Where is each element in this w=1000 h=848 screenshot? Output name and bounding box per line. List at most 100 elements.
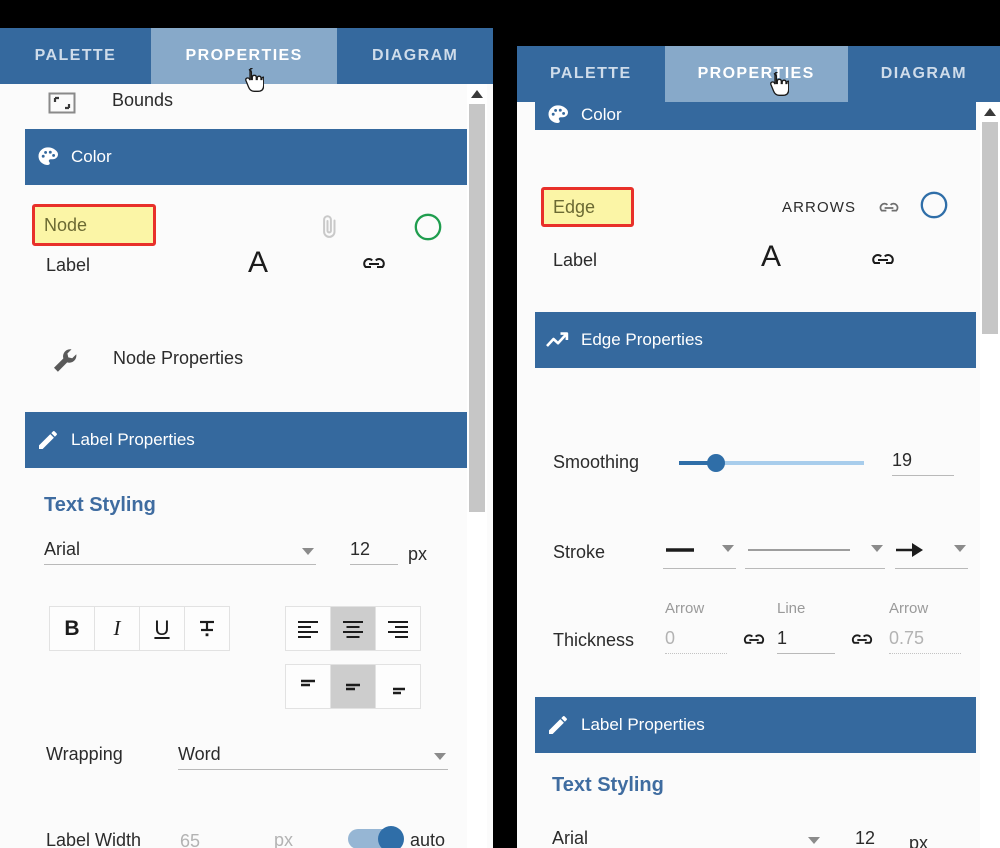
text-style-a-icon-left[interactable]: A	[248, 246, 268, 280]
smoothing-slider[interactable]	[679, 453, 864, 473]
smoothing-value-input[interactable]: 19	[892, 440, 954, 476]
label-width-value: 65	[180, 831, 201, 848]
tab-properties[interactable]: PROPERTIES	[150, 28, 338, 84]
paperclip-icon[interactable]	[318, 212, 342, 242]
font-size-input-right[interactable]: 12	[855, 818, 901, 848]
bounds-icon	[48, 91, 76, 115]
tab-diagram[interactable]: DIAGRAM	[337, 28, 493, 84]
stroke-width-dropdown[interactable]	[663, 527, 736, 569]
palette-icon	[25, 145, 71, 169]
thickness-arrow-end-input[interactable]: 0.75	[889, 614, 961, 654]
scroll-up-arrow-right[interactable]	[984, 108, 996, 116]
thin-line-icon	[748, 549, 850, 551]
color-section-left-label: Color	[71, 147, 112, 166]
label-properties-section-right[interactable]: Label Properties	[535, 697, 976, 753]
right-properties-panel: PALETTE PROPERTIES DIAGRAM Color Edge AR…	[517, 46, 1000, 848]
link-icon-left-label[interactable]	[358, 254, 390, 274]
chevron-down-icon-stroke-width	[722, 545, 734, 552]
font-size-input-left[interactable]: 12	[350, 529, 398, 565]
valign-bottom-button[interactable]	[375, 664, 421, 709]
tab-properties-label: PROPERTIES	[185, 47, 303, 64]
wrench-icon	[50, 346, 80, 376]
right-panel-scrollbar[interactable]	[980, 102, 1000, 848]
label-width-input[interactable]: 65	[180, 819, 318, 848]
arrow-right-icon	[896, 543, 923, 557]
label-width-label: Label Width	[46, 830, 142, 848]
bounds-label: Bounds	[112, 90, 174, 110]
align-left-button[interactable]	[285, 606, 331, 651]
right-panel-content: Color Edge ARROWS Label A Edge Propertie…	[517, 74, 1000, 848]
thickness-line-input[interactable]: 1	[777, 614, 835, 654]
text-style-a-icon-right[interactable]: A	[761, 240, 781, 274]
left-panel-scrollbar[interactable]	[467, 84, 487, 848]
text-styling-heading-left: Text Styling	[44, 494, 156, 516]
scroll-up-arrow-left[interactable]	[471, 90, 483, 98]
circle-outline-icon-edge[interactable]	[919, 190, 949, 220]
label-width-auto-toggle[interactable]	[348, 826, 404, 848]
chevron-down-icon-font-right	[808, 837, 820, 844]
link-icon-arrows[interactable]	[875, 199, 903, 217]
label-row-label-right: Label	[553, 250, 598, 270]
font-family-value-right: Arial	[552, 828, 589, 848]
pencil-icon	[25, 428, 71, 452]
edge-properties-section-label: Edge Properties	[581, 330, 703, 349]
stroke-dash-dropdown[interactable]	[745, 527, 885, 569]
arrows-label: ARROWS	[782, 199, 857, 216]
tab-palette-right[interactable]: PALETTE	[517, 46, 665, 102]
label-row-label-left: Label	[46, 255, 91, 275]
chevron-down-icon-font-left	[302, 548, 314, 555]
left-scrollbar-thumb[interactable]	[469, 104, 485, 512]
label-properties-section-left[interactable]: Label Properties	[25, 412, 472, 468]
wrapping-label: Wrapping	[46, 744, 123, 764]
font-family-select-left[interactable]: Arial	[44, 529, 316, 565]
smoothing-value: 19	[892, 450, 913, 470]
left-tab-bar: PALETTE PROPERTIES DIAGRAM	[0, 28, 493, 84]
smoothing-slider-knob[interactable]	[707, 454, 725, 472]
node-row-highlight[interactable]: Node	[32, 204, 156, 246]
align-right-button[interactable]	[375, 606, 421, 651]
valign-top-button[interactable]	[285, 664, 331, 709]
tab-palette[interactable]: PALETTE	[0, 28, 151, 84]
smoothing-label: Smoothing	[553, 452, 640, 472]
italic-button[interactable]: I	[94, 606, 140, 651]
stroke-arrowhead-dropdown[interactable]	[895, 527, 968, 569]
thickness-label: Thickness	[553, 630, 635, 650]
font-size-value-left: 12	[350, 539, 371, 559]
edge-properties-section[interactable]: Edge Properties	[535, 312, 976, 368]
color-section-left[interactable]: Color	[25, 129, 472, 185]
node-properties-label: Node Properties	[113, 348, 244, 368]
screenshot-stage: PALETTE PROPERTIES DIAGRAM Bounds Color …	[0, 0, 1000, 848]
strikethrough-button[interactable]	[184, 606, 230, 651]
chevron-down-icon-wrapping	[434, 753, 446, 760]
thick-line-icon	[666, 548, 694, 552]
toggle-knob	[378, 826, 404, 848]
link-icon-right-label[interactable]	[867, 250, 899, 270]
valign-middle-button[interactable]	[330, 664, 376, 709]
horizontal-align-group	[285, 606, 421, 651]
edge-row-highlight[interactable]: Edge	[541, 187, 634, 227]
link-icon-thickness-2[interactable]	[847, 630, 877, 650]
left-properties-panel: PALETTE PROPERTIES DIAGRAM Bounds Color …	[0, 28, 493, 848]
thickness-arrow-start-input[interactable]: 0	[665, 614, 727, 654]
tab-diagram-right-label: DIAGRAM	[880, 65, 967, 82]
link-icon-thickness-1[interactable]	[739, 630, 769, 650]
text-styling-heading-right: Text Styling	[552, 774, 664, 796]
text-style-button-group: B I U	[49, 606, 230, 651]
tab-palette-label: PALETTE	[34, 47, 117, 64]
font-family-value-left: Arial	[44, 539, 81, 559]
align-center-button[interactable]	[330, 606, 376, 651]
label-width-unit: px	[274, 830, 294, 848]
thickness-arrow-end-value: 0.75	[889, 628, 925, 648]
tab-diagram-right[interactable]: DIAGRAM	[848, 46, 1000, 102]
circle-outline-icon[interactable]	[413, 212, 443, 242]
label-properties-section-left-label: Label Properties	[71, 430, 195, 449]
font-family-select-right[interactable]: Arial	[552, 818, 822, 848]
left-panel-content: Bounds Color Node Label A Node Propertie…	[0, 84, 493, 848]
label-width-auto-label: auto	[410, 830, 446, 848]
underline-button[interactable]: U	[139, 606, 185, 651]
tab-properties-right[interactable]: PROPERTIES	[664, 46, 848, 102]
wrapping-select[interactable]: Word	[178, 732, 448, 770]
bold-button[interactable]: B	[49, 606, 95, 651]
label-properties-section-right-label: Label Properties	[581, 715, 705, 734]
right-scrollbar-thumb[interactable]	[982, 122, 998, 334]
